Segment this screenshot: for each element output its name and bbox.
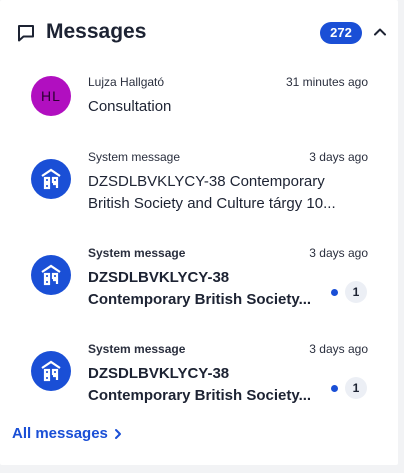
- unread-count-badge: 1: [345, 281, 367, 303]
- unread-dot: [331, 289, 338, 296]
- message-time: 3 days ago: [309, 150, 368, 164]
- message-subject-line: British Society and Culture tárgy 10...: [88, 195, 336, 212]
- message-subject: DZSDLBVKLYCY-38 Contemporary British Soc…: [88, 363, 324, 407]
- message-item[interactable]: System message 3 days ago DZSDLBVKLYCY-3…: [0, 342, 398, 407]
- chat-bubble-icon: [18, 25, 34, 42]
- all-messages-label: All messages: [12, 425, 108, 442]
- message-subject-line: DZSDLBVKLYCY-38 Contemporary: [88, 173, 325, 190]
- message-time: 31 minutes ago: [285, 75, 368, 89]
- chevron-right-icon: [114, 429, 121, 440]
- message-sender: System message: [88, 342, 186, 356]
- system-logo-icon: [41, 360, 61, 382]
- message-item[interactable]: System message 3 days ago DZSDLBVKLYCY-3…: [0, 150, 398, 215]
- message-subject: DZSDLBVKLYCY-38 Contemporary British Soc…: [88, 171, 368, 215]
- messages-header: Messages 272: [16, 18, 386, 48]
- message-subject-line: Contemporary British Society...: [88, 291, 312, 308]
- message-subject-line: DZSDLBVKLYCY-38: [88, 365, 230, 382]
- message-subject-line: DZSDLBVKLYCY-38: [88, 269, 230, 286]
- message-sender: System message: [88, 246, 186, 260]
- chevron-up-icon[interactable]: [372, 24, 388, 40]
- unread-count-badge: 1: [345, 377, 367, 399]
- messages-title: Messages: [46, 20, 147, 43]
- avatar: [31, 159, 71, 199]
- message-subject-line: Consultation: [88, 98, 172, 115]
- message-subject-line: Contemporary British Society...: [88, 387, 312, 404]
- system-logo-icon: [41, 264, 61, 286]
- message-sender: Lujza Hallgató: [88, 75, 165, 89]
- message-subject: DZSDLBVKLYCY-38 Contemporary British Soc…: [88, 267, 324, 311]
- avatar: [31, 351, 71, 391]
- avatar: HL: [31, 76, 71, 116]
- messages-card: Messages 272 HL Lujza Hallgató 31 minute…: [0, 0, 398, 465]
- message-item[interactable]: System message 3 days ago DZSDLBVKLYCY-3…: [0, 246, 398, 311]
- message-item[interactable]: HL Lujza Hallgató 31 minutes ago Consult…: [0, 75, 398, 120]
- unread-dot: [331, 385, 338, 392]
- message-subject: Consultation: [88, 96, 368, 118]
- messages-count-badge: 272: [320, 22, 362, 44]
- message-time: 3 days ago: [309, 342, 368, 356]
- message-time: 3 days ago: [309, 246, 368, 260]
- avatar: [31, 255, 71, 295]
- message-sender: System message: [88, 150, 181, 164]
- system-logo-icon: [41, 168, 61, 190]
- all-messages-link[interactable]: All messages: [12, 425, 124, 442]
